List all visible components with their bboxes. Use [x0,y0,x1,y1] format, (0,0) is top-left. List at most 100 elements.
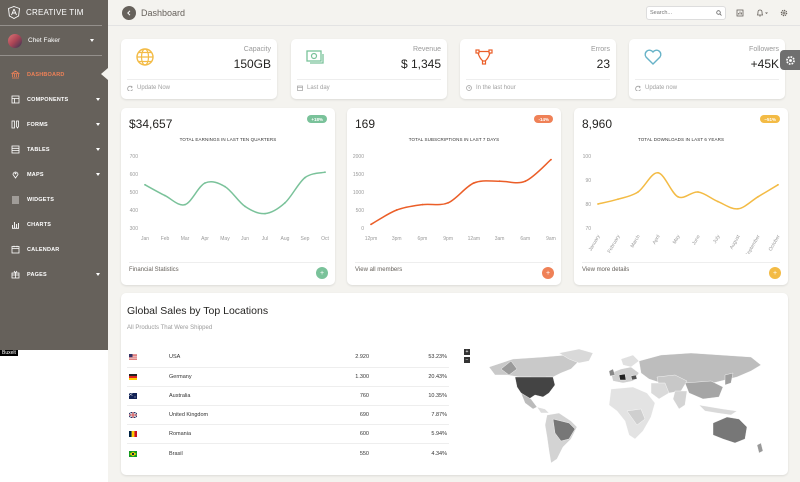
percent-cell: 20.43% [369,367,449,387]
sidebar-item-label: CALENDAR [27,246,60,253]
chart-title: TOTAL DOWNLOADS IN LAST 6 YEARS [637,137,725,142]
table-row: Brasil 550 4.34% [127,444,449,463]
ruler-pencil-icon [11,120,19,129]
stat-card-capacity: Capacity 150GB Update Now [121,39,277,99]
au-flag-icon [129,392,137,399]
chart-action-button[interactable]: + [316,267,328,279]
map-zoom-in-button[interactable]: + [464,349,470,355]
chart-footer[interactable]: View all members [355,262,553,273]
sidebar-item-label: TABLES [27,146,50,153]
page-title: Dashboard [141,7,186,18]
stats-icon[interactable] [736,8,746,18]
data-point [737,207,739,210]
data-point [264,212,266,215]
chevron-down-icon [96,123,100,126]
widgets-icon [12,196,19,204]
chart-card-2: 169 -14% TOTAL SUBSCRIPTIONS IN LAST 7 DAY… [347,108,561,285]
sidebar-item-label: FORMS [27,121,48,128]
count-cell: 690 [319,405,369,426]
y-tick-label: 500 [356,208,365,214]
stat-footer[interactable]: Update now [635,79,779,91]
chart-change-badge: -14% [534,115,553,123]
back-button[interactable] [122,5,136,20]
chevron-down-icon [96,98,100,101]
table-row: United Kingdom 690 7.87% [127,405,449,426]
settings-fixed-button[interactable] [780,50,800,70]
chart-action-button[interactable]: + [769,267,781,279]
y-tick-label: 100 [583,154,592,160]
x-tick-label: Oct [321,236,329,242]
stat-card-followers: Followers +45K Update now [629,39,785,99]
stat-value: $ 1,345 [400,57,441,71]
series-line [597,172,779,210]
x-tick-label: October [768,234,782,253]
chart-footer[interactable]: View more details [582,262,780,273]
user-name: Chet Faker [28,37,61,44]
stat-card-errors: Errors 23 In the last hour [460,39,616,99]
sidebar-item-label: WIDGETS [27,196,55,203]
stat-footer[interactable]: In the last hour [466,79,610,91]
data-point [144,183,146,186]
y-tick-label: 70 [585,226,591,232]
chevron-down-icon [90,39,94,42]
stat-value: 150GB [233,57,271,71]
stat-value: 23 [596,57,610,71]
stat-footer[interactable]: Last day [297,79,441,91]
count-cell: 550 [359,450,369,457]
data-point [164,194,166,197]
sidebar-item-tables[interactable]: TABLES [0,137,108,162]
data-point [421,203,424,206]
count-cell: 760 [319,386,369,407]
chart-footer[interactable]: Financial Statistics [129,262,327,273]
sidebar-item-maps[interactable]: MAPS [0,162,108,187]
count-cell: 1.300 [319,367,369,387]
x-tick-label: Aug [281,236,290,242]
settings-icon[interactable] [780,8,790,18]
sidebar-item-calendar[interactable]: CALENDAR [0,237,108,262]
bell-icon[interactable] [756,8,770,18]
search-input[interactable] [650,9,716,16]
x-tick-label: March [630,234,642,249]
brand-logo[interactable]: CREATIVE TIM [0,0,102,26]
chart-action-button[interactable]: + [542,267,554,279]
y-tick-label: 1000 [353,190,364,196]
stat-footer-text: In the last hour [476,85,516,91]
map-zoom-out-button[interactable]: − [464,357,470,363]
sidebar-item-widgets[interactable]: WIDGETS [0,187,108,212]
percent-cell: 5.94% [369,424,449,445]
country-cell: USA [169,348,319,368]
chevron-down-icon [96,173,100,176]
sidebar-item-forms[interactable]: FORMS [0,112,108,137]
sidebar-item-dashboard[interactable]: DASHBOARD [0,62,108,87]
world-map[interactable]: + − [461,347,783,474]
x-tick-label: May [220,236,230,242]
gb-flag-icon [129,411,137,418]
data-point [498,180,501,183]
sidebar-item-charts[interactable]: CHARTS [0,212,108,237]
clock-icon [466,85,472,91]
heart-icon [644,49,662,65]
stat-footer[interactable]: Update Now [127,79,271,91]
gift-icon [11,270,20,279]
data-point [447,201,450,204]
chart-card-1: $34,657 +18% TOTAL EARNINGS IN LAST TEN QU… [121,108,335,285]
data-point [204,182,206,184]
x-tick-label: June [691,234,702,247]
user-menu[interactable]: Chet Faker [0,26,102,56]
vector-icon [475,49,493,65]
data-point [597,203,599,205]
sidebar-item-components[interactable]: COMPONENTS [0,87,108,112]
globe-icon [136,48,154,66]
table-row: Germany 1.300 20.43% [127,367,449,387]
brand-name: CREATIVE TIM [26,8,84,17]
data-point [757,195,759,198]
sidebar-item-pages[interactable]: PAGES [0,262,108,287]
sales-table: USA 2.920 53.23% Germany 1.300 20.43% Australi… [127,348,449,463]
y-tick-label: 600 [130,172,139,178]
x-tick-label: Apr [201,236,209,242]
search-icon[interactable] [716,9,722,16]
x-tick-label: April [652,234,662,246]
data-point [370,223,372,226]
chart-card-3: 8,960 ~51% TOTAL DOWNLOADS IN LAST 6 YEARS… [574,108,788,285]
table-row: Australia 760 10.35% [127,386,449,407]
